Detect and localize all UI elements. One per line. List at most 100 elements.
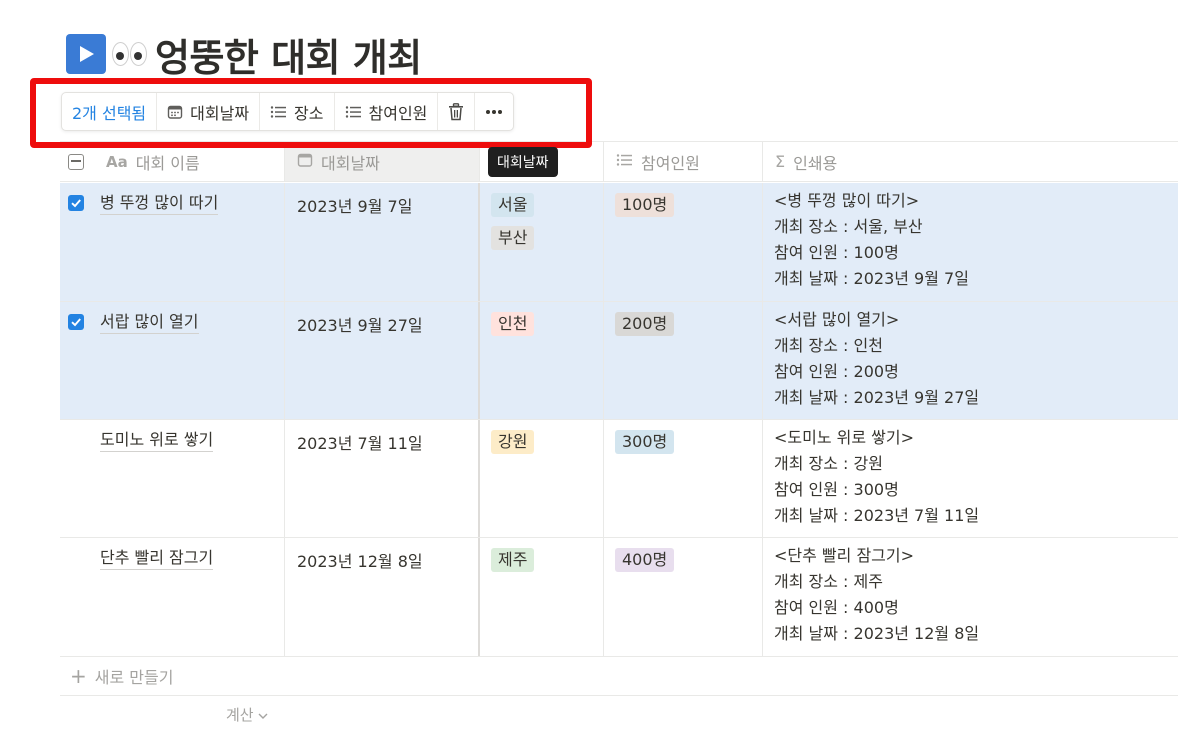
row-name[interactable]: 병 뚜껑 많이 따기	[100, 193, 219, 215]
name-cell[interactable]: 서랍 많이 열기	[60, 302, 285, 419]
name-cell[interactable]: 병 뚜껑 많이 따기	[60, 183, 285, 301]
place-cell[interactable]: 강원	[480, 420, 604, 537]
row-name[interactable]: 도미노 위로 쌓기	[100, 430, 214, 452]
people-cell[interactable]: 100명	[604, 183, 763, 301]
calendar-icon	[297, 152, 313, 172]
print-line: 개최 날짜 : 2023년 7월 11일	[774, 506, 980, 525]
selected-count-button[interactable]: 2개 선택됨	[62, 93, 158, 130]
place-cell[interactable]: 인천	[480, 302, 604, 419]
date-cell[interactable]: 2023년 9월 7일	[285, 183, 480, 301]
print-line: 개최 날짜 : 2023년 9월 7일	[774, 269, 969, 288]
place-tag: 부산	[491, 226, 535, 250]
table-header: Aa 대회 이름 대회날짜 장소 참여인원 Σ 인쇄용	[60, 141, 1178, 182]
place-tag: 강원	[491, 430, 535, 454]
place-tag: 서울	[491, 193, 535, 217]
calculate-label: 계산	[226, 706, 254, 724]
select-all-checkbox[interactable]	[68, 153, 84, 170]
print-line: 개최 장소 : 강원	[774, 454, 883, 473]
print-line: 참여 인원 : 300명	[774, 480, 899, 499]
print-cell[interactable]: <서랍 많이 열기> 개최 장소 : 인천 참여 인원 : 200명 개최 날짜…	[763, 302, 1178, 419]
table-row[interactable]: 단추 빨리 잠그기 2023년 12월 8일 제주 400명 <단추 빨리 잠그…	[60, 538, 1178, 657]
place-cell[interactable]: 서울 부산	[480, 183, 604, 301]
column-name-label: 대회 이름	[135, 153, 200, 173]
column-header-date[interactable]: 대회날짜	[285, 142, 480, 181]
delete-button[interactable]	[438, 93, 476, 130]
print-line: 개최 날짜 : 2023년 12월 8일	[774, 624, 980, 643]
row-date: 2023년 12월 8일	[297, 552, 423, 571]
print-line: 참여 인원 : 400명	[774, 598, 899, 617]
print-line: <서랍 많이 열기>	[774, 310, 900, 329]
row-name[interactable]: 서랍 많이 열기	[100, 312, 199, 334]
edit-date-label: 대회날짜	[190, 103, 250, 123]
print-line: <병 뚜껑 많이 따기>	[774, 191, 920, 210]
print-cell[interactable]: <단추 빨리 잠그기> 개최 장소 : 제주 참여 인원 : 400명 개최 날…	[763, 538, 1178, 656]
bulk-action-bar: 2개 선택됨 대회날짜 장소 참여인원	[61, 92, 515, 131]
selected-count-label: 2개 선택됨	[72, 103, 147, 123]
date-cell[interactable]: 2023년 7월 11일	[285, 420, 480, 537]
plus-icon: +	[70, 664, 87, 688]
print-line: 개최 날짜 : 2023년 9월 27일	[774, 388, 980, 407]
column-header-people[interactable]: 참여인원	[604, 142, 763, 181]
edit-date-button[interactable]: 대회날짜	[157, 93, 261, 130]
table-row[interactable]: 서랍 많이 열기 2023년 9월 27일 인천 200명 <서랍 많이 열기>…	[60, 302, 1178, 420]
table-row[interactable]: 병 뚜껑 많이 따기 2023년 9월 7일 서울 부산 100명 <병 뚜껑 …	[60, 183, 1178, 302]
column-people-label: 참여인원	[641, 153, 700, 173]
formula-icon: Σ	[775, 152, 786, 171]
name-cell[interactable]: 도미노 위로 쌓기	[60, 420, 285, 537]
row-date: 2023년 7월 11일	[297, 434, 423, 453]
list-icon	[345, 105, 362, 119]
edit-place-label: 장소	[294, 103, 324, 123]
print-line: 개최 장소 : 서울, 부산	[774, 217, 923, 236]
print-cell[interactable]: <도미노 위로 쌓기> 개최 장소 : 강원 참여 인원 : 300명 개최 날…	[763, 420, 1178, 537]
row-checkbox-checked[interactable]	[68, 314, 84, 330]
name-cell[interactable]: 단추 빨리 잠그기	[60, 538, 285, 656]
row-checkbox[interactable]	[68, 550, 84, 566]
page-title-text[interactable]: 엉뚱한 대회 개최	[155, 27, 422, 82]
people-cell[interactable]: 200명	[604, 302, 763, 419]
place-tag: 인천	[491, 312, 535, 336]
print-line: <단추 빨리 잠그기>	[774, 546, 915, 565]
column-header-print[interactable]: Σ 인쇄용	[763, 142, 1178, 181]
new-row-label: 새로 만들기	[94, 668, 174, 687]
play-button-icon	[66, 34, 106, 74]
trash-icon	[448, 102, 464, 121]
place-tag: 제주	[491, 548, 535, 572]
edit-people-button[interactable]: 참여인원	[335, 93, 439, 130]
edit-people-label: 참여인원	[368, 103, 428, 123]
print-line: 개최 장소 : 인천	[774, 336, 883, 355]
date-cell[interactable]: 2023년 12월 8일	[285, 538, 480, 656]
row-checkbox[interactable]	[68, 432, 84, 448]
column-tooltip: 대회날짜	[488, 147, 558, 177]
date-cell[interactable]: 2023년 9월 27일	[285, 302, 480, 419]
calendar-icon	[167, 104, 183, 120]
people-tag: 300명	[615, 430, 675, 454]
print-line: 참여 인원 : 100명	[774, 243, 899, 262]
people-tag: 100명	[615, 193, 675, 217]
chevron-down-icon	[258, 706, 268, 724]
more-options-button[interactable]	[475, 93, 513, 130]
place-cell[interactable]: 제주	[480, 538, 604, 656]
column-header-name[interactable]: Aa 대회 이름	[60, 142, 285, 181]
row-checkbox-checked[interactable]	[68, 195, 84, 211]
people-tag: 200명	[615, 312, 675, 336]
column-date-label: 대회날짜	[321, 153, 380, 173]
row-name[interactable]: 단추 빨리 잠그기	[100, 548, 214, 570]
more-horizontal-icon	[485, 109, 503, 115]
text-property-icon: Aa	[106, 152, 128, 171]
people-cell[interactable]: 300명	[604, 420, 763, 537]
list-icon	[616, 153, 633, 171]
edit-place-button[interactable]: 장소	[260, 93, 335, 130]
page-title: 엉뚱한 대회 개최	[66, 30, 422, 80]
people-tag: 400명	[615, 548, 675, 572]
table-row[interactable]: 도미노 위로 쌓기 2023년 7월 11일 강원 300명 <도미노 위로 쌓…	[60, 420, 1178, 538]
calculate-button[interactable]: 계산	[226, 704, 268, 725]
row-date: 2023년 9월 7일	[297, 197, 413, 216]
print-line: <도미노 위로 쌓기>	[774, 428, 915, 447]
list-icon	[270, 105, 287, 119]
print-line: 개최 장소 : 제주	[774, 572, 883, 591]
column-print-label: 인쇄용	[793, 153, 838, 173]
people-cell[interactable]: 400명	[604, 538, 763, 656]
new-row-button[interactable]: + 새로 만들기	[60, 657, 1178, 696]
print-cell[interactable]: <병 뚜껑 많이 따기> 개최 장소 : 서울, 부산 참여 인원 : 100명…	[763, 183, 1178, 301]
print-line: 참여 인원 : 200명	[774, 362, 899, 381]
